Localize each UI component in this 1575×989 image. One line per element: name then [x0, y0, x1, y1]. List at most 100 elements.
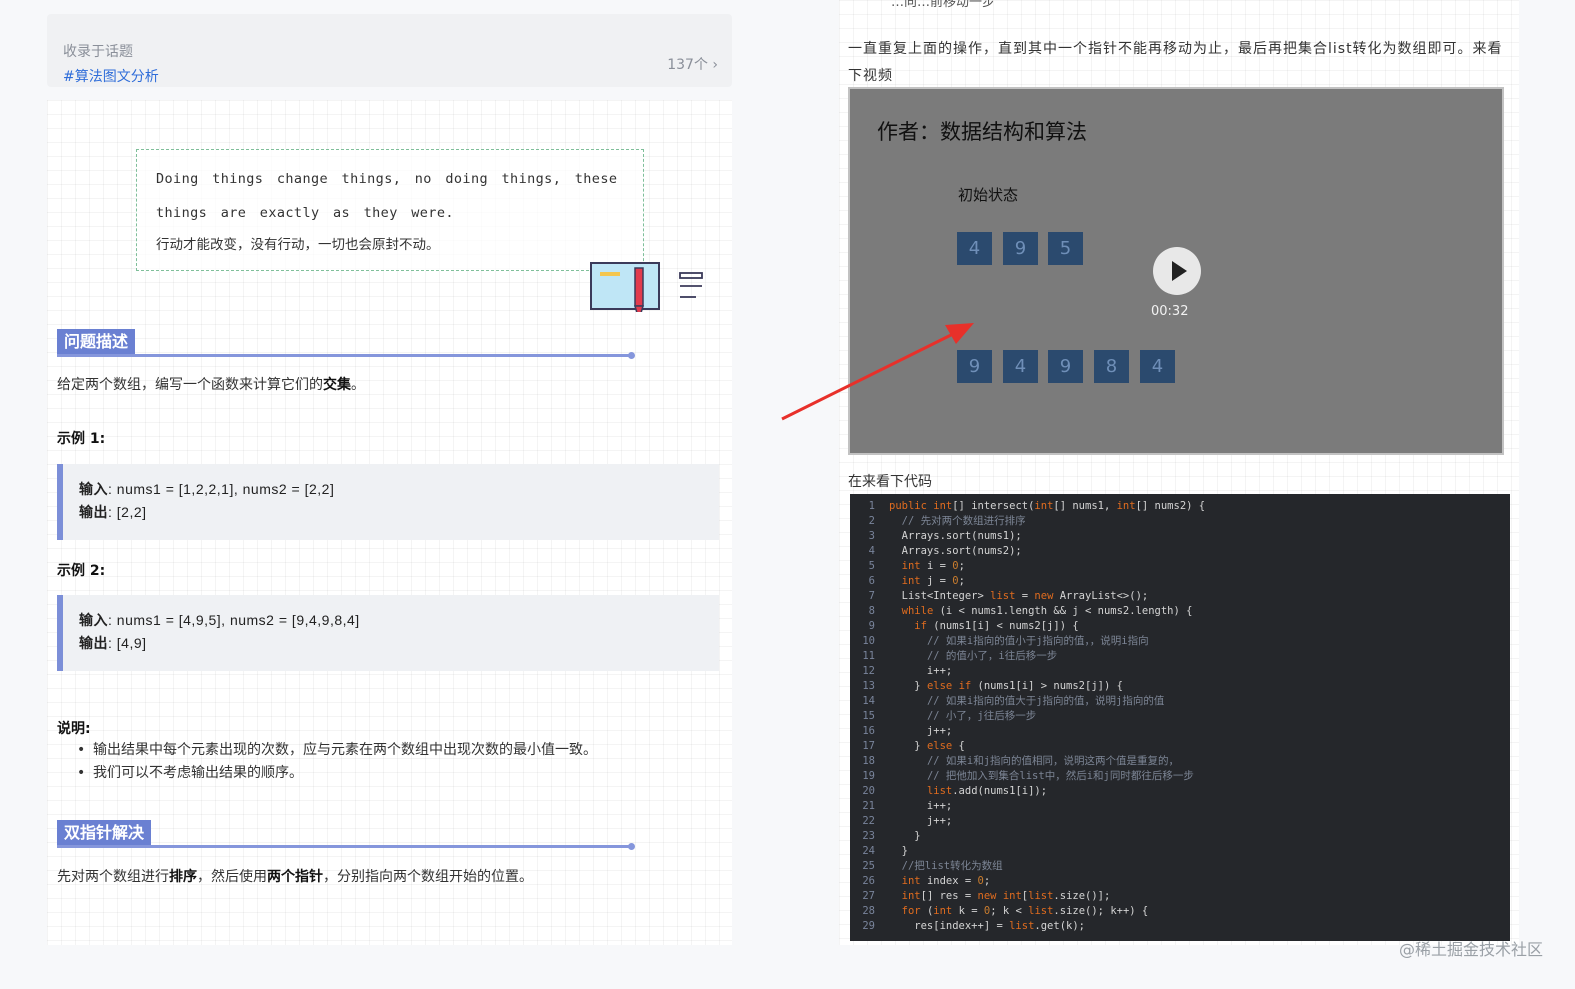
line-number: 24	[862, 845, 875, 857]
topic-card[interactable]: 收录于话题 #算法图文分析 137个 ›	[47, 14, 732, 87]
code-line: 20 list.add(nums1[i]);	[850, 784, 1510, 799]
output-value: : [2,2]	[108, 504, 147, 520]
line-number: 20	[862, 785, 875, 797]
example-2-output: 输出: [4,9]	[79, 632, 719, 655]
video-state-label: 初始状态	[958, 186, 1019, 204]
text: 先对两个数组进行	[57, 869, 169, 885]
quote-english: Doing things change things, no doing thi…	[156, 171, 618, 221]
text: ，分别指向两个数组开始的位置。	[323, 869, 533, 885]
code-line: 10 // 如果i指向的值小于j指向的值，，说明i指向	[850, 634, 1510, 649]
topic-tag-link[interactable]: #算法图文分析	[63, 66, 159, 86]
array2-cell: 9	[957, 350, 992, 383]
input-label: 输入	[79, 612, 108, 628]
video-player[interactable]: 作者：数据结构和算法 初始状态 4 9 5 9 4 9 8 4 00:32	[848, 87, 1504, 455]
code-line: 21 i++;	[850, 799, 1510, 814]
line-number: 13	[862, 680, 875, 692]
section-header-problem: 问题描述	[57, 329, 635, 359]
line-number: 1	[868, 500, 875, 512]
code-line: 13 } else if (nums1[i] > nums2[j]) {	[850, 679, 1510, 694]
output-value: : [4,9]	[108, 635, 147, 651]
desc-bold: 交集	[323, 377, 351, 393]
code-line: 26 int index = 0;	[850, 874, 1510, 889]
code-line: 1 public int[] intersect(int[] nums1, int…	[850, 499, 1510, 514]
line-number: 23	[862, 830, 875, 842]
example-2-title: 示例 2:	[57, 563, 106, 579]
line-number: 6	[868, 575, 875, 587]
repeat-paragraph: 一直重复上面的操作，直到其中一个指针不能再移动为止，最后再把集合list转化为数…	[848, 41, 1503, 84]
line-number: 17	[862, 740, 875, 752]
output-label: 输出	[79, 635, 108, 651]
line-number: 3	[868, 530, 875, 542]
code-line: 14 // 如果i指向的值大于j指向的值，说明j指向的值	[850, 694, 1510, 709]
line-number: 8	[868, 605, 875, 617]
code-line: 22 j++;	[850, 814, 1510, 829]
notes-list: 输出结果中每个元素出现的次数，应与元素在两个数组中出现次数的最小值一致。 我们可…	[75, 739, 597, 785]
code-line: 23 }	[850, 829, 1510, 844]
code-line: 28 for (int k = 0; k < list.size(); k++)…	[850, 904, 1510, 919]
desc-text: 给定两个数组，编写一个函数来计算它们的	[57, 377, 323, 393]
text: ，然后使用	[197, 869, 267, 885]
menu-lines-icon	[679, 272, 703, 298]
input-value: : nums1 = [1,2,2,1], nums2 = [2,2]	[108, 481, 335, 497]
desc-suffix: 。	[351, 377, 365, 393]
two-pointer-description: 先对两个数组进行排序，然后使用两个指针，分别指向两个数组开始的位置。	[57, 866, 533, 886]
code-line: 3 Arrays.sort(nums1);	[850, 529, 1510, 544]
line-number: 11	[862, 650, 875, 662]
line-number: 29	[862, 920, 875, 932]
topic-label: 收录于话题	[63, 44, 133, 60]
array1-cell: 5	[1048, 232, 1083, 265]
code-line: 24 }	[850, 844, 1510, 859]
output-label: 输出	[79, 504, 108, 520]
article-body: Doing things change things, no doing thi…	[47, 100, 732, 945]
array2-cell: 8	[1094, 350, 1129, 383]
code-line: 8 while (i < nums1.length && j < nums2.l…	[850, 604, 1510, 619]
line-number: 18	[862, 755, 875, 767]
line-number: 10	[862, 635, 875, 647]
array2-cell: 4	[1140, 350, 1175, 383]
line-number: 28	[862, 905, 875, 917]
array1-cell: 4	[957, 232, 992, 265]
example-2-box: 输入: nums1 = [4,9,5], nums2 = [9,4,9,8,4]…	[57, 595, 719, 671]
example-1-title: 示例 1:	[57, 431, 106, 447]
line-number: 21	[862, 800, 875, 812]
code-block: 1 public int[] intersect(int[] nums1, int…	[850, 494, 1510, 941]
article-right-column: …向…前移动一步 一直重复上面的操作，直到其中一个指针不能再移动为止，最后再把集…	[839, 0, 1519, 945]
code-line: 6 int j = 0;	[850, 574, 1510, 589]
video-author-title: 作者：数据结构和算法	[877, 120, 1087, 144]
code-intro-text: 在来看下代码	[848, 474, 932, 490]
line-number: 16	[862, 725, 875, 737]
notes-title: 说明:	[57, 721, 91, 737]
code-line: 17 } else {	[850, 739, 1510, 754]
code-line: 11 // 的值小了，i往后移一步	[850, 649, 1510, 664]
example-1-output: 输出: [2,2]	[79, 501, 719, 524]
video-duration: 00:32	[1151, 304, 1189, 319]
line-number: 5	[868, 560, 875, 572]
code-line: 4 Arrays.sort(nums2);	[850, 544, 1510, 559]
array2-cell: 9	[1048, 350, 1083, 383]
input-label: 输入	[79, 481, 108, 497]
line-number: 9	[868, 620, 875, 632]
cut-off-text: …向…前移动一步	[891, 0, 996, 10]
line-number: 4	[868, 545, 875, 557]
code-line: 27 int[] res = new int[list.size()];	[850, 889, 1510, 904]
play-icon[interactable]	[1153, 247, 1201, 295]
code-line: 12 i++;	[850, 664, 1510, 679]
line-number: 15	[862, 710, 875, 722]
list-item: 我们可以不考虑输出结果的顺序。	[75, 762, 597, 785]
section-underline-dot	[628, 843, 635, 850]
line-number: 19	[862, 770, 875, 782]
list-item: 输出结果中每个元素出现的次数，应与元素在两个数组中出现次数的最小值一致。	[75, 739, 597, 762]
notebook-pen-icon	[590, 262, 660, 312]
line-number: 26	[862, 875, 875, 887]
topic-count-link[interactable]: 137个 ›	[667, 54, 718, 74]
section-title: 问题描述	[57, 329, 136, 354]
array1-cell: 9	[1003, 232, 1038, 265]
line-number: 22	[862, 815, 875, 827]
example-1-input: 输入: nums1 = [1,2,2,1], nums2 = [2,2]	[79, 478, 719, 501]
section-underline	[57, 354, 631, 357]
bold-text: 两个指针	[267, 869, 323, 885]
line-number: 27	[862, 890, 875, 902]
section-header-two-pointers: 双指针解决	[57, 820, 635, 850]
example-1-box: 输入: nums1 = [1,2,2,1], nums2 = [2,2] 输出:…	[57, 464, 719, 540]
code-line: 15 // 小了，j往后移一步	[850, 709, 1510, 724]
